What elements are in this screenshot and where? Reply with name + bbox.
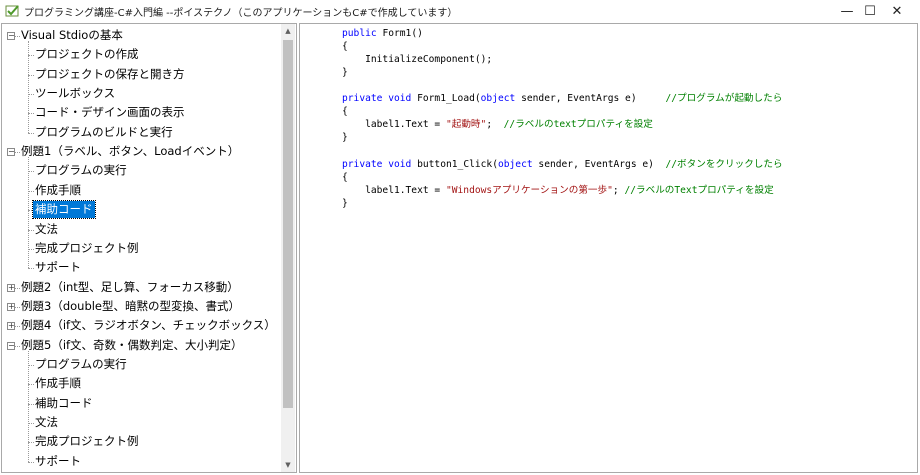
topic-tree[interactable]: − Visual Stdioの基本 プロジェクトの作成 プロジェクトの保存と開き方 ツー… — [2, 24, 281, 472]
code-keyword: private — [342, 158, 389, 170]
code-keyword: public — [342, 28, 383, 39]
expand-icon[interactable]: + — [7, 322, 15, 331]
tree-item[interactable]: 完成プロジェクト例 — [33, 239, 141, 258]
collapse-icon[interactable]: − — [7, 148, 15, 157]
code-line: { — [342, 171, 348, 184]
code-string: "起動時" — [445, 119, 487, 131]
tree-section-2[interactable]: 例題1（ラベル、ボタン、Loadイベント） — [19, 142, 241, 161]
code-text: ; — [612, 184, 625, 196]
code-line: label1.Text = "起動時"; //ラベルのtextプロパティを設定 — [342, 118, 653, 131]
code-line: } — [342, 131, 348, 144]
code-text: label1.Text = — [342, 184, 446, 196]
code-line: label1.Text = "Windowsアプリケーションの第一歩"; //ラ… — [342, 184, 774, 197]
tree-item[interactable]: プログラムのビルドと実行 — [33, 123, 175, 142]
code-line: { — [342, 40, 348, 53]
code-keyword: void — [388, 158, 418, 170]
tree-item[interactable]: 文法 — [33, 413, 60, 432]
tree-item[interactable]: プロジェクトの作成 — [33, 45, 141, 64]
app-icon — [5, 5, 19, 17]
scroll-up-icon[interactable]: ▲ — [281, 24, 295, 38]
code-viewer[interactable]: public Form1(){ InitializeComponent();} p… — [302, 24, 914, 472]
code-comment: //ラベルのtextプロパティを設定 — [503, 119, 653, 131]
tree-section-6[interactable]: 例題5（if文、奇数・偶数判定、大小判定） — [19, 336, 245, 355]
code-text: } — [342, 132, 348, 144]
tree-item[interactable]: 作成手順 — [33, 181, 83, 200]
tree-item[interactable]: コード・デザイン画面の表示 — [33, 103, 187, 122]
code-text: ; — [486, 119, 504, 131]
code-keyword: void — [388, 93, 418, 105]
code-line: } — [342, 197, 348, 210]
code-string: "Windowsアプリケーションの第一歩" — [445, 184, 613, 196]
code-text: } — [342, 197, 348, 209]
code-text: InitializeComponent(); — [342, 54, 493, 66]
tree-item[interactable]: プログラムの実行 — [33, 355, 129, 374]
code-keyword: object — [480, 93, 522, 105]
collapse-icon[interactable]: − — [7, 341, 15, 350]
code-text: Form1_Load( — [417, 93, 481, 105]
code-line: InitializeComponent(); — [342, 53, 492, 66]
code-keyword: private — [342, 93, 389, 105]
code-comment: //ラベルのTextプロパティを設定 — [624, 184, 774, 196]
window-title: プログラミング講座-C#入門編 --ポイステクノ（このアプリケーションもC#で作… — [24, 8, 458, 19]
expand-icon[interactable]: + — [7, 302, 15, 311]
tree-item[interactable]: サポート — [33, 258, 83, 277]
code-text: sender, EventArgs e) — [521, 93, 666, 105]
tree-item[interactable]: ツールボックス — [33, 84, 117, 103]
tree-item[interactable]: プログラムの実行 — [33, 161, 129, 180]
scrollbar-thumb[interactable] — [283, 40, 293, 408]
tree-item[interactable]: 補助コード — [33, 394, 95, 413]
code-line: { — [342, 105, 348, 118]
code-text: sender, EventArgs e) — [538, 158, 666, 170]
code-line: private void button1_Click(object sender… — [342, 158, 783, 171]
code-text: { — [342, 106, 348, 118]
tree-scrollbar[interactable]: ▲ ▼ — [281, 24, 295, 472]
tree-item[interactable]: 文法 — [33, 220, 60, 239]
close-icon: ✕ — [891, 3, 903, 19]
tree-section-3[interactable]: 例題2（int型、足し算、フォーカス移動） — [19, 278, 241, 297]
code-line: } — [342, 66, 348, 79]
tree-item[interactable]: プロジェクトの保存と開き方 — [33, 65, 187, 84]
tree-section-5[interactable]: 例題4（if文、ラジオボタン、チェックボックス） — [19, 316, 278, 335]
code-comment: //プログラムが起動したら — [665, 93, 783, 105]
code-keyword: object — [497, 158, 539, 170]
title-bar: プログラミング講座-C#入門編 --ポイステクノ（このアプリケーションもC#で作… — [0, 0, 920, 22]
code-line: private void Form1_Load(object sender, E… — [342, 92, 782, 105]
collapse-icon[interactable]: − — [7, 32, 15, 40]
code-text: } — [342, 67, 348, 79]
tree-item[interactable]: サポート — [33, 452, 83, 471]
tree-item[interactable]: 作成手順 — [33, 374, 83, 393]
scroll-down-icon[interactable]: ▼ — [281, 458, 295, 472]
tree-section-1[interactable]: Visual Stdioの基本 — [19, 26, 125, 45]
tree-section-4[interactable]: 例題3（double型、暗黙の型変換、書式） — [19, 297, 242, 316]
code-text: { — [342, 171, 348, 183]
code-text: Form1() — [382, 28, 423, 39]
tree-item[interactable]: 補助コード — [32, 200, 96, 220]
tree-connector — [28, 350, 29, 462]
code-text: label1.Text = — [342, 119, 446, 131]
code-comment: //ボタンをクリックしたら — [665, 158, 783, 170]
code-text: { — [342, 41, 348, 53]
tree-item[interactable]: 完成プロジェクト例 — [33, 432, 141, 451]
close-button[interactable]: ✕ — [874, 0, 920, 22]
tree-connector — [28, 41, 29, 133]
tree-connector — [28, 157, 29, 269]
code-line: public Form1() — [342, 27, 423, 40]
code-text: button1_Click( — [417, 158, 498, 170]
expand-icon[interactable]: + — [7, 283, 15, 292]
